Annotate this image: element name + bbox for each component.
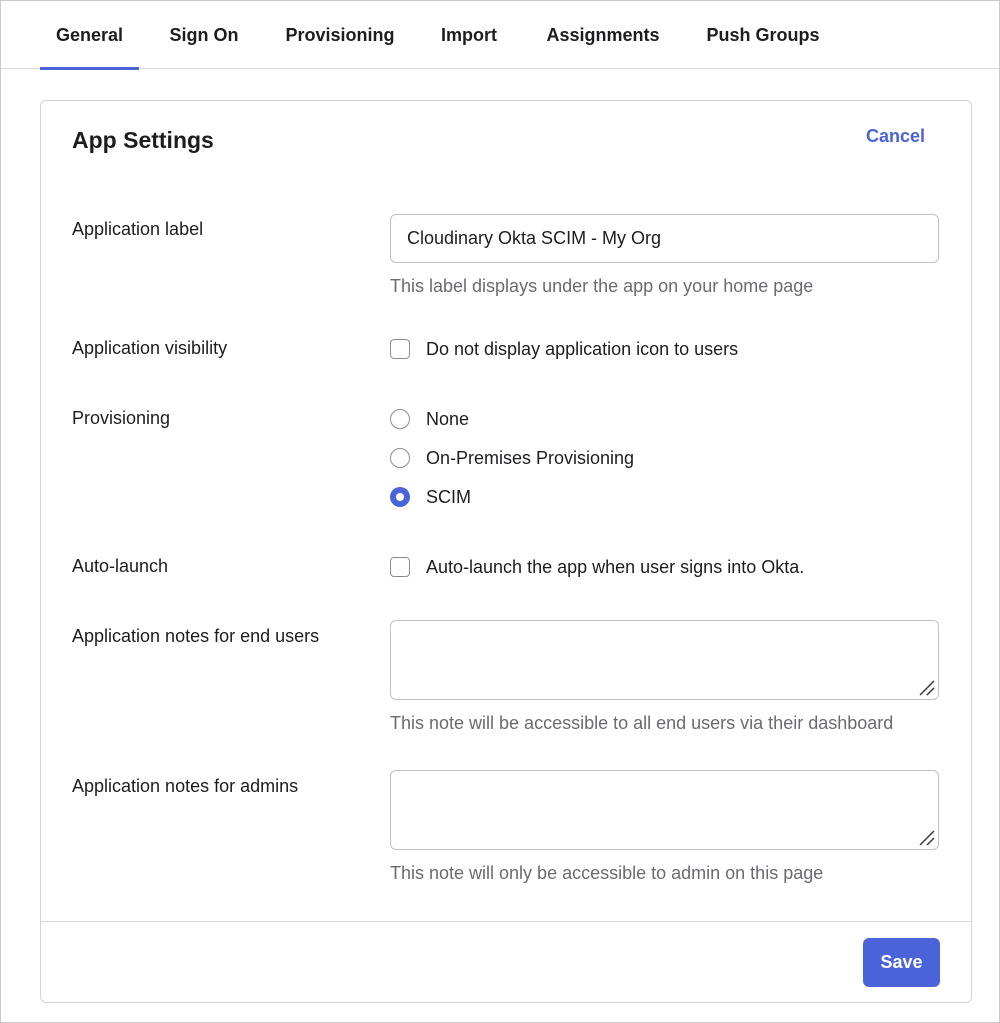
provisioning-label: Provisioning bbox=[72, 408, 171, 428]
auto-launch-label: Auto-launch bbox=[72, 556, 169, 576]
tab-general[interactable]: General bbox=[40, 1, 139, 70]
radio-on-premises-label: On-Premises Provisioning bbox=[426, 447, 635, 468]
tab-bar: General Sign On Provisioning Import Assi… bbox=[1, 1, 999, 70]
visibility-option-text: Do not display application icon to users bbox=[426, 338, 739, 359]
radio-none-label: None bbox=[426, 408, 470, 429]
auto-launch-option-text: Auto-launch the app when user signs into… bbox=[426, 556, 805, 577]
application-visibility-label: Application visibility bbox=[72, 338, 228, 358]
radio-none[interactable] bbox=[390, 409, 410, 429]
application-label-input[interactable] bbox=[390, 214, 939, 263]
save-button[interactable]: Save bbox=[863, 938, 940, 987]
radio-scim-label: SCIM bbox=[426, 486, 471, 507]
tab-push-groups[interactable]: Push Groups bbox=[695, 1, 831, 69]
app-settings-card: App Settings Cancel Application label Th… bbox=[40, 100, 972, 1003]
tab-sign-on[interactable]: Sign On bbox=[159, 1, 249, 69]
cancel-button[interactable]: Cancel bbox=[866, 126, 925, 147]
auto-launch-checkbox-row[interactable]: Auto-launch the app when user signs into… bbox=[390, 555, 804, 579]
notes-end-users-help: This note will be accessible to all end … bbox=[390, 713, 894, 733]
footer-divider bbox=[41, 921, 971, 922]
notes-end-users-textarea[interactable] bbox=[390, 620, 939, 700]
provisioning-option-scim[interactable]: SCIM bbox=[390, 485, 471, 509]
tab-provisioning[interactable]: Provisioning bbox=[273, 1, 407, 69]
notes-admins-label: Application notes for admins bbox=[72, 776, 299, 796]
notes-end-users-label: Application notes for end users bbox=[72, 626, 320, 646]
visibility-checkbox[interactable] bbox=[390, 339, 410, 359]
radio-on-premises[interactable] bbox=[390, 448, 410, 468]
auto-launch-checkbox[interactable] bbox=[390, 557, 410, 577]
radio-scim[interactable] bbox=[390, 487, 410, 507]
application-label-help: This label displays under the app on you… bbox=[390, 276, 814, 296]
resize-grip-icon[interactable] bbox=[916, 677, 936, 697]
tab-import[interactable]: Import bbox=[431, 1, 507, 69]
tab-assignments[interactable]: Assignments bbox=[534, 1, 672, 69]
notes-admins-textarea[interactable] bbox=[390, 770, 939, 850]
provisioning-option-none[interactable]: None bbox=[390, 407, 469, 431]
provisioning-option-on-premises[interactable]: On-Premises Provisioning bbox=[390, 446, 634, 470]
visibility-checkbox-row[interactable]: Do not display application icon to users bbox=[390, 337, 738, 361]
resize-grip-icon[interactable] bbox=[916, 827, 936, 847]
card-title: App Settings bbox=[72, 127, 214, 153]
notes-admins-help: This note will only be accessible to adm… bbox=[390, 863, 824, 883]
application-label-label: Application label bbox=[72, 219, 204, 239]
